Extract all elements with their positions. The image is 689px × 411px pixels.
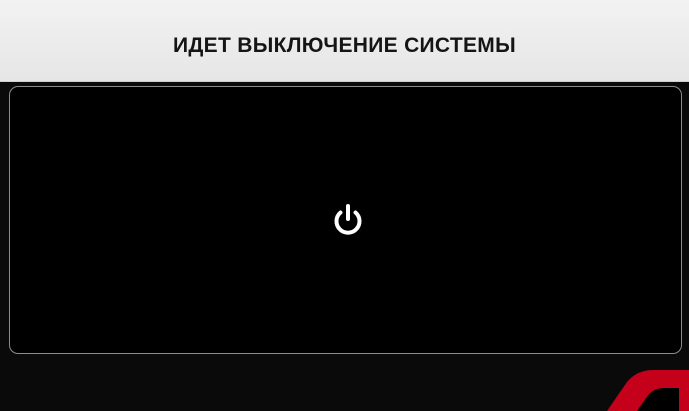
shutdown-screen: ИДЕТ ВЫКЛЮЧЕНИЕ СИСТЕМЫ (0, 0, 689, 411)
title-bar: ИДЕТ ВЫКЛЮЧЕНИЕ СИСТЕМЫ (0, 0, 689, 82)
shutdown-panel (9, 86, 682, 354)
shutdown-title: ИДЕТ ВЫКЛЮЧЕНИЕ СИСТЕМЫ (173, 33, 516, 57)
power-icon (334, 204, 361, 235)
watermark-logo (607, 370, 689, 411)
